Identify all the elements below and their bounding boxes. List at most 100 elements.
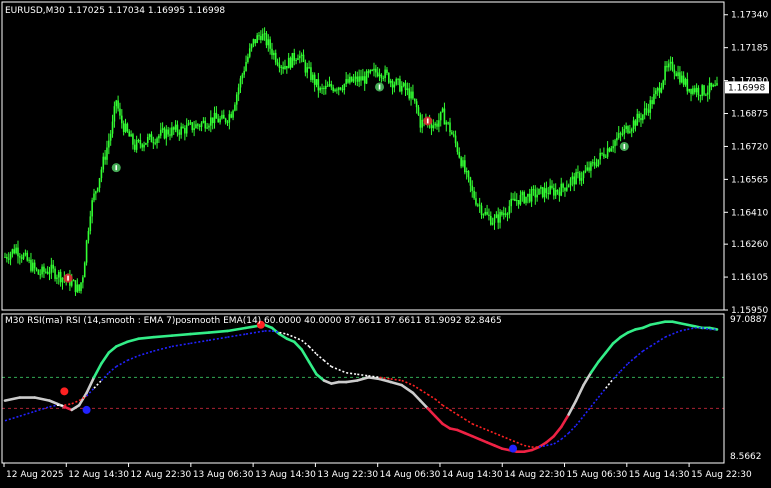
candle-body xyxy=(100,169,103,179)
candle-body xyxy=(171,127,173,136)
candle-body xyxy=(664,65,666,81)
candle-body xyxy=(133,144,136,150)
candle-body xyxy=(224,118,227,123)
candle-body xyxy=(96,187,99,192)
candle-body xyxy=(677,72,679,76)
candle-body xyxy=(636,113,639,126)
time-tick-label: 13 Aug 14:30 xyxy=(255,470,316,480)
candle-body xyxy=(208,125,210,128)
candle-body xyxy=(234,104,236,111)
candle-body xyxy=(341,89,344,91)
candle-body xyxy=(575,172,577,185)
candle-body xyxy=(693,88,696,93)
candle-body xyxy=(6,257,8,259)
candle-body xyxy=(708,82,711,93)
candle-body xyxy=(473,190,475,199)
candle-body xyxy=(128,131,131,137)
candle-body xyxy=(315,79,318,85)
rsi-line-segment xyxy=(137,335,155,341)
candle-body xyxy=(22,254,25,259)
candle-body xyxy=(280,66,283,68)
candle-body xyxy=(625,126,627,130)
candle-body xyxy=(651,100,653,104)
candle-body xyxy=(339,87,342,90)
candle-body xyxy=(584,170,587,173)
candle-body xyxy=(673,69,676,74)
candle-body xyxy=(578,172,581,181)
candle-body xyxy=(710,82,713,87)
candle-body xyxy=(354,76,357,79)
candle-body xyxy=(623,129,626,135)
candle-body xyxy=(493,217,496,223)
candle-body xyxy=(384,69,386,79)
price-tick-label: 1.16875 xyxy=(731,110,768,120)
candle-body xyxy=(135,140,138,150)
candle-body xyxy=(48,272,51,274)
candle-body xyxy=(4,256,6,258)
candle-body xyxy=(382,77,385,79)
candle-body xyxy=(604,156,607,158)
candle-body xyxy=(360,76,362,81)
cross-dot xyxy=(82,405,91,414)
candle-body xyxy=(267,39,270,46)
candle-body xyxy=(532,189,535,191)
candle-body xyxy=(543,188,546,198)
candle-body xyxy=(595,165,598,167)
candle-body xyxy=(108,140,110,148)
candle-body xyxy=(560,183,563,196)
candle-body xyxy=(20,257,23,259)
candle-body xyxy=(239,78,242,88)
candle-body xyxy=(375,68,377,73)
candle-body xyxy=(569,179,572,186)
candle-body xyxy=(83,262,86,278)
time-tick-label: 14 Aug 22:30 xyxy=(504,470,565,480)
candle-body xyxy=(443,108,446,125)
signal-icon-glyph xyxy=(115,165,118,171)
candle-body xyxy=(13,249,16,254)
rsi-line-segment xyxy=(207,329,229,334)
chart-window[interactable]: 1.173401.171851.170301.168751.167201.165… xyxy=(0,0,771,485)
candle-body xyxy=(158,135,160,139)
candle-body xyxy=(684,79,687,85)
candle-body xyxy=(378,74,381,77)
candle-body xyxy=(15,247,17,254)
candle-body xyxy=(328,84,331,87)
candle-body xyxy=(567,185,570,188)
candle-body xyxy=(662,80,665,88)
candle-body xyxy=(74,280,77,292)
candle-body xyxy=(174,124,177,130)
candle-body xyxy=(523,192,525,203)
signal-icon-glyph xyxy=(378,84,381,90)
candle-body xyxy=(610,148,613,152)
signal-icon-glyph xyxy=(426,118,429,124)
candle-body xyxy=(356,76,359,82)
candle-body xyxy=(43,266,45,272)
candle-body xyxy=(649,100,652,113)
candle-body xyxy=(111,121,114,134)
candle-body xyxy=(148,134,151,137)
candle-body xyxy=(352,78,355,82)
candle-body xyxy=(330,84,333,88)
candle-body xyxy=(502,213,505,215)
time-tick-label: 14 Aug 06:30 xyxy=(380,470,441,480)
candle-body xyxy=(363,76,366,84)
candle-body xyxy=(580,178,583,181)
candle-body xyxy=(489,215,492,225)
candle-body xyxy=(701,85,703,96)
candle-body xyxy=(126,123,129,132)
candle-body xyxy=(258,35,260,37)
candle-body xyxy=(106,147,108,160)
candle-body xyxy=(393,84,396,88)
candle-body xyxy=(156,138,158,144)
candle-body xyxy=(82,277,84,283)
chart-canvas[interactable]: 1.173401.171851.170301.168751.167201.165… xyxy=(0,0,771,485)
candle-body xyxy=(245,61,247,71)
candle-body xyxy=(458,151,461,158)
candle-body xyxy=(464,160,466,173)
candle-body xyxy=(582,172,585,179)
candle-body xyxy=(501,211,503,215)
candle-body xyxy=(391,80,394,88)
candle-body xyxy=(274,52,277,63)
price-tick-label: 1.16260 xyxy=(731,240,768,250)
candle-body xyxy=(306,67,309,73)
